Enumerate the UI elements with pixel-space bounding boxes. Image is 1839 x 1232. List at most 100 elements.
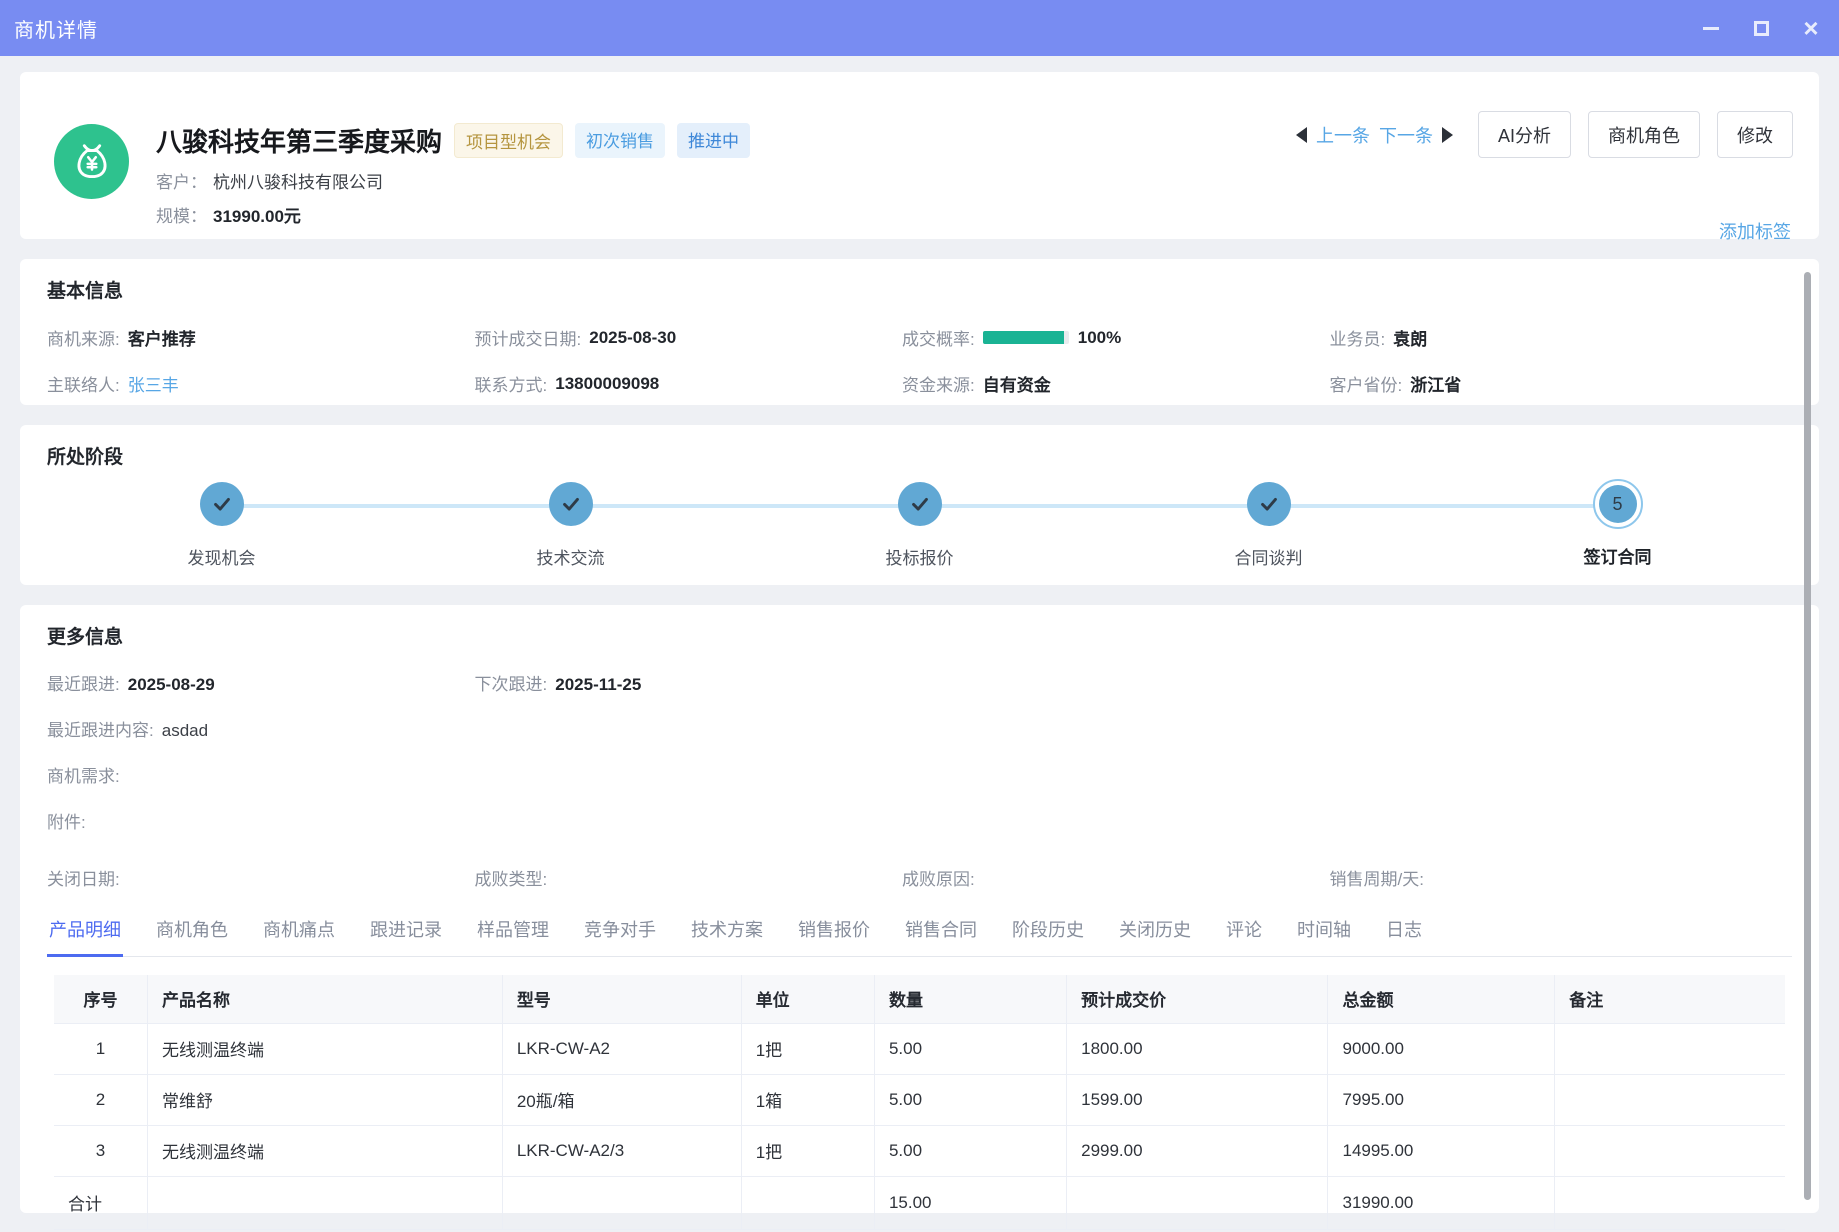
prev-record-link[interactable]: 上一条 xyxy=(1316,122,1370,148)
last-content-label: 最近跟进内容: xyxy=(47,716,154,741)
maximize-icon xyxy=(1754,21,1769,36)
opportunity-title: 八骏科技年第三季度采购 xyxy=(156,122,442,159)
next-record-link[interactable]: 下一条 xyxy=(1379,122,1433,148)
edit-button[interactable]: 修改 xyxy=(1717,111,1793,158)
result-reason-field: 成败原因: xyxy=(902,865,1330,890)
tab[interactable]: 商机角色 xyxy=(154,916,230,956)
vertical-scrollbar-thumb[interactable] xyxy=(1804,272,1811,1200)
field-value: 浙江省 xyxy=(1410,371,1461,396)
opportunity-role-button[interactable]: 商机角色 xyxy=(1588,111,1700,158)
col-header-remark: 备注 xyxy=(1555,975,1785,1023)
stage-step[interactable]: 3 投标报价 xyxy=(745,482,1094,569)
last-follow-value: 2025-08-29 xyxy=(128,675,215,695)
result-type-label: 成败类型: xyxy=(475,865,548,890)
last-follow-field: 最近跟进: 2025-08-29 xyxy=(47,670,475,695)
prev-arrow-icon[interactable] xyxy=(1296,127,1307,143)
close-date-label: 关闭日期: xyxy=(47,865,120,890)
cell-remark xyxy=(1555,1125,1785,1176)
customer-value: 杭州八骏科技有限公司 xyxy=(213,173,383,192)
step-check-icon xyxy=(200,482,244,526)
minimize-button[interactable] xyxy=(1701,18,1721,38)
stage-step[interactable]: 5 签订合同 xyxy=(1443,482,1792,569)
need-row: 商机需求: xyxy=(47,762,1792,787)
stage-step[interactable]: 4 合同谈判 xyxy=(1094,482,1443,569)
tab[interactable]: 产品明细 xyxy=(47,916,123,956)
step-label: 签订合同 xyxy=(1584,543,1652,568)
cell-quantity: 5.00 xyxy=(874,1023,1066,1074)
table-header-row: 序号 产品名称 型号 单位 数量 预计成交价 总金额 备注 xyxy=(54,975,1785,1023)
tab[interactable]: 竞争对手 xyxy=(582,916,658,956)
need-label: 商机需求: xyxy=(47,762,120,787)
field-label: 业务员: xyxy=(1330,325,1386,350)
step-check-icon xyxy=(549,482,593,526)
detail-tabs: 产品明细 商机角色 商机痛点 跟进记录 样品管理 竞争对手 技术方案 销售报价 … xyxy=(47,916,1792,957)
tab[interactable]: 样品管理 xyxy=(475,916,551,956)
cell-remark xyxy=(1555,1023,1785,1074)
record-navigation: 上一条 下一条 xyxy=(1296,122,1453,148)
more-info-title: 更多信息 xyxy=(47,622,1792,649)
sales-cycle-label: 销售周期/天: xyxy=(1330,865,1424,890)
attachment-field: 附件: xyxy=(47,808,1792,833)
opportunity-tag: 项目型机会 xyxy=(454,123,563,158)
tab[interactable]: 评论 xyxy=(1224,916,1264,956)
last-content-row: 最近跟进内容: asdad xyxy=(47,716,1792,741)
field-label: 资金来源: xyxy=(902,371,975,396)
last-content-value: asdad xyxy=(162,721,208,741)
add-tag-link[interactable]: 添加标签 xyxy=(1719,218,1791,244)
close-button[interactable]: × xyxy=(1801,18,1821,38)
tab[interactable]: 跟进记录 xyxy=(368,916,444,956)
tab[interactable]: 销售合同 xyxy=(903,916,979,956)
step-current-ring: 5 xyxy=(1593,479,1643,529)
cell-expected-price: 2999.00 xyxy=(1067,1125,1328,1176)
field-label: 客户省份: xyxy=(1330,371,1403,396)
product-table: 序号 产品名称 型号 单位 数量 预计成交价 总金额 备注 1 无线测温终端 L… xyxy=(54,975,1785,1230)
total-quantity: 15.00 xyxy=(874,1176,1066,1229)
tab[interactable]: 关闭历史 xyxy=(1117,916,1193,956)
stage-step[interactable]: 2 技术交流 xyxy=(396,482,745,569)
step-check-icon xyxy=(1247,482,1291,526)
info-field: 资金来源: 自有资金 xyxy=(902,371,1330,396)
stage-stepper: 1 发现机会 2 技术交流 xyxy=(47,482,1792,578)
tab[interactable]: 技术方案 xyxy=(689,916,765,956)
opportunity-summary: 八骏科技年第三季度采购 项目型机会初次销售推进中 客户：杭州八骏科技有限公司 规… xyxy=(156,122,750,239)
step-label: 发现机会 xyxy=(188,544,256,569)
cell-product-name: 常维舒 xyxy=(147,1074,502,1125)
tab[interactable]: 阶段历史 xyxy=(1010,916,1086,956)
attachment-row: 附件: xyxy=(47,808,1792,833)
cell-index: 3 xyxy=(54,1125,147,1176)
info-field: 业务员: 袁朗 xyxy=(1330,325,1792,350)
field-label: 联系方式: xyxy=(475,371,548,396)
col-header-model: 型号 xyxy=(502,975,741,1023)
tab[interactable]: 商机痛点 xyxy=(261,916,337,956)
stage-step[interactable]: 1 发现机会 xyxy=(47,482,396,569)
next-arrow-icon[interactable] xyxy=(1442,127,1453,143)
result-reason-label: 成败原因: xyxy=(902,865,975,890)
scale-line: 规模：31990.00元 xyxy=(156,202,750,227)
cell-model: LKR-CW-A2/3 xyxy=(502,1125,741,1176)
stage-card: 所处阶段 1 发现机会 xyxy=(20,425,1819,585)
col-header-product-name: 产品名称 xyxy=(147,975,502,1023)
cell-product-name: 无线测温终端 xyxy=(147,1125,502,1176)
tag-list: 项目型机会初次销售推进中 xyxy=(454,123,750,158)
window-title: 商机详情 xyxy=(14,14,98,43)
tab[interactable]: 销售报价 xyxy=(796,916,872,956)
field-label: 成交概率: xyxy=(902,325,975,350)
total-remark xyxy=(1555,1176,1785,1229)
opportunity-tag: 推进中 xyxy=(677,123,750,158)
tab[interactable]: 日志 xyxy=(1384,916,1424,956)
header-actions: 上一条 下一条 AI分析 商机角色 修改 xyxy=(1296,111,1793,158)
cell-model: 20瓶/箱 xyxy=(502,1074,741,1125)
col-header-total-amount: 总金额 xyxy=(1328,975,1555,1023)
tab[interactable]: 时间轴 xyxy=(1295,916,1353,956)
stepper-steps: 1 发现机会 2 技术交流 xyxy=(47,482,1792,569)
ai-analysis-button[interactable]: AI分析 xyxy=(1478,111,1571,158)
cell-total-amount: 9000.00 xyxy=(1328,1023,1555,1074)
opportunity-header-card: 八骏科技年第三季度采购 项目型机会初次销售推进中 客户：杭州八骏科技有限公司 规… xyxy=(20,72,1819,239)
field-label: 商机来源: xyxy=(47,325,120,350)
field-value: 13800009098 xyxy=(555,374,659,394)
maximize-button[interactable] xyxy=(1751,18,1771,38)
last-follow-label: 最近跟进: xyxy=(47,670,120,695)
total-unit xyxy=(741,1176,874,1229)
follow-row: 最近跟进: 2025-08-29 下次跟进: 2025-11-25 xyxy=(47,670,1792,695)
stage-title: 所处阶段 xyxy=(47,442,1792,469)
